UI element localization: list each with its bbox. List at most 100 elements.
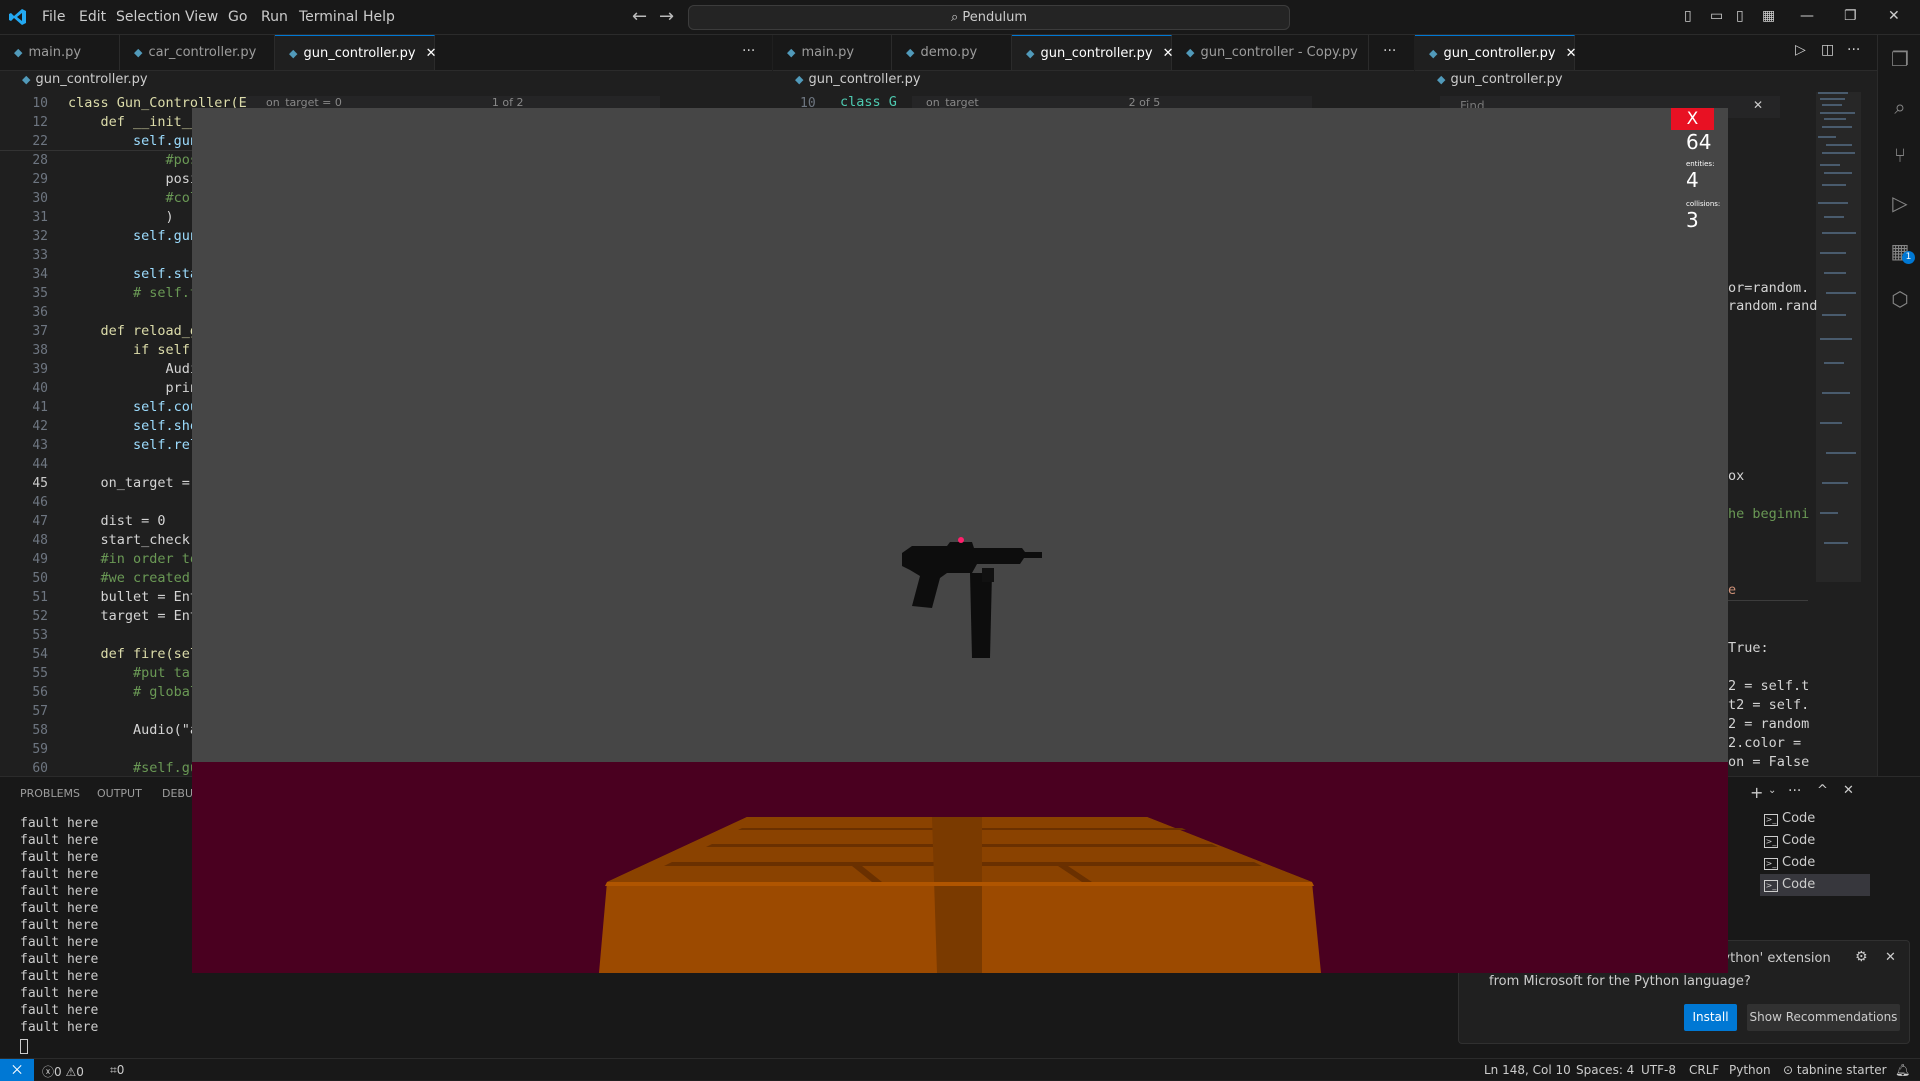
close-notification-icon[interactable]: ✕	[1885, 950, 1896, 965]
tab-gun-controller-py[interactable]: ◆ gun_controller.py ✕	[1415, 35, 1577, 70]
remote-explorer-icon[interactable]: ⬡	[1888, 287, 1912, 311]
line-number: 35	[32, 286, 48, 301]
cursor-position[interactable]: Ln 148, Col 10	[1484, 1063, 1571, 1077]
line-ending[interactable]: CRLF	[1689, 1063, 1719, 1077]
more-actions-icon[interactable]: ···	[1788, 783, 1801, 799]
new-terminal-icon[interactable]: +	[1750, 783, 1763, 802]
encoding[interactable]: UTF-8	[1641, 1063, 1676, 1077]
tab-label: gun_controller - Copy.py	[1200, 45, 1358, 60]
problems-summary[interactable]: ⓧ0 ⚠0	[42, 1063, 84, 1080]
close-tab-icon[interactable]: ✕	[1566, 46, 1577, 61]
status-bar: ⨉ ⓧ0 ⚠0 ⌗0 Ln 148, Col 10 Spaces: 4 UTF-…	[0, 1058, 1920, 1081]
toggle-secondary-sidebar-icon[interactable]: ▯	[1736, 8, 1744, 24]
python-file-icon: ◆	[14, 46, 23, 59]
menu-help[interactable]: Help	[363, 9, 395, 25]
tab-label: main.py	[28, 45, 82, 60]
menu-run[interactable]: Run	[261, 9, 288, 25]
line-number: 41	[32, 400, 48, 415]
tab-problems[interactable]: PROBLEMS	[20, 787, 80, 800]
menu-file[interactable]: File	[42, 9, 65, 25]
toggle-sidebar-icon[interactable]: ▯	[1684, 8, 1692, 24]
line-number: 51	[32, 590, 48, 605]
explorer-icon[interactable]: ❐	[1888, 47, 1912, 71]
menu-edit[interactable]: Edit	[79, 9, 106, 25]
customize-layout-icon[interactable]: ▦	[1762, 8, 1775, 24]
tab-main-py[interactable]: ◆ main.py	[773, 35, 892, 70]
command-center-label: Pendulum	[962, 10, 1028, 25]
output-line: fault here	[20, 850, 99, 865]
menu-terminal[interactable]: Terminal	[299, 9, 358, 25]
close-tab-icon[interactable]: ✕	[426, 46, 437, 61]
menu-selection[interactable]: Selection	[116, 9, 181, 25]
tab-output[interactable]: OUTPUT	[97, 787, 142, 800]
terminal-list-item[interactable]: >_ Code	[1760, 874, 1870, 896]
python-file-icon: ◆	[1026, 47, 1035, 60]
back-arrow-icon[interactable]: ←	[632, 6, 647, 27]
close-find-icon[interactable]: ✕	[1753, 98, 1763, 112]
menu-view[interactable]: View	[185, 9, 218, 25]
language-mode[interactable]: Python	[1729, 1063, 1771, 1077]
tab-gun-controller-py[interactable]: ◆ gun_controller.py ✕	[1012, 35, 1174, 70]
terminal-list-item[interactable]: >_ Code	[1760, 852, 1870, 874]
tab-car-controller-py[interactable]: ◆ car_controller.py	[120, 35, 275, 70]
chevron-down-icon[interactable]: ⌄	[1768, 785, 1776, 796]
forward-arrow-icon[interactable]: →	[659, 6, 674, 27]
extensions-icon[interactable]: ▦ 1	[1888, 239, 1915, 264]
tab-gun-controller-copy-py[interactable]: ◆ gun_controller - Copy.py	[1172, 35, 1369, 70]
tabnine-status[interactable]: ⊙ tabnine starter	[1783, 1063, 1887, 1077]
command-center[interactable]: ⌕ Pendulum	[688, 5, 1290, 30]
install-button[interactable]: Install	[1684, 1004, 1737, 1031]
breadcrumb[interactable]: ◆ gun_controller.py	[795, 72, 921, 87]
code-fragment: 2 = random	[1728, 716, 1810, 732]
tab-main-py[interactable]: ◆ main.py	[0, 35, 120, 70]
line-number: 54	[32, 647, 48, 662]
show-recommendations-button[interactable]: Show Recommendations	[1747, 1004, 1900, 1031]
code-editor-group-3-fragments[interactable]: or=random. random.rand ox he beginni e T…	[1728, 280, 1817, 770]
breadcrumb[interactable]: ◆ gun_controller.py	[22, 72, 148, 87]
output-line: fault here	[20, 833, 99, 848]
minimap[interactable]	[1816, 92, 1861, 582]
terminal-list-item[interactable]: >_ Code	[1760, 808, 1870, 830]
tab-debug-console[interactable]: DEBU	[162, 787, 193, 800]
ports-indicator[interactable]: ⌗0	[110, 1063, 124, 1078]
remote-indicator-icon[interactable]: ⨉	[0, 1059, 34, 1081]
game-window[interactable]: X 64 entities: 4 collisions: 3	[192, 108, 1728, 973]
line-number-gutter: 10 12 22 28 29 30 31 32 33 34 35 36 37 38 39 40 41 42 43 44…	[0, 94, 48, 778]
tab-gun-controller-py[interactable]: ◆ gun_controller.py ✕	[275, 35, 437, 70]
code-fragment: 2.color =	[1728, 735, 1802, 751]
fps-counter: 64	[1686, 130, 1712, 154]
close-window-icon[interactable]: ✕	[1888, 8, 1900, 24]
tab-label: gun_controller.py	[303, 46, 416, 61]
close-game-button[interactable]: X	[1671, 108, 1714, 130]
run-debug-icon[interactable]: ▷	[1888, 191, 1912, 215]
notifications-bell-icon[interactable]: 🔔︎	[1895, 1063, 1910, 1077]
indentation[interactable]: Spaces: 4	[1576, 1063, 1634, 1077]
line-number: 22	[32, 134, 48, 149]
line-number: 58	[32, 723, 48, 738]
more-actions-icon[interactable]: ···	[1383, 43, 1396, 59]
restore-window-icon[interactable]: ❐	[1844, 8, 1857, 24]
minimize-window-icon[interactable]: —	[1800, 8, 1814, 24]
gear-icon[interactable]: ⚙	[1855, 949, 1868, 965]
source-control-icon[interactable]: ⑂	[1888, 143, 1912, 167]
python-file-icon: ◆	[1186, 46, 1195, 59]
close-panel-icon[interactable]: ✕	[1843, 783, 1854, 798]
search-icon[interactable]: ⌕	[1888, 95, 1912, 119]
line-number: 34	[32, 267, 48, 282]
toggle-panel-icon[interactable]: ▭	[1710, 8, 1723, 24]
more-actions-icon[interactable]: ···	[742, 43, 755, 59]
output-line: fault here	[20, 918, 99, 933]
run-file-icon[interactable]: ▷	[1795, 42, 1806, 58]
line-number: 50	[32, 571, 48, 586]
split-editor-icon[interactable]: ◫	[1821, 42, 1834, 58]
more-actions-icon[interactable]: ···	[1847, 42, 1860, 58]
line-number: 49	[32, 552, 48, 567]
python-file-icon: ◆	[1437, 73, 1446, 86]
menu-go[interactable]: Go	[228, 9, 247, 25]
line-number: 33	[32, 248, 48, 263]
terminal-list-item[interactable]: >_ Code	[1760, 830, 1870, 852]
tab-demo-py[interactable]: ◆ demo.py	[892, 35, 1012, 70]
maximize-panel-icon[interactable]: ^	[1817, 783, 1828, 798]
line-number: 36	[32, 305, 48, 320]
breadcrumb[interactable]: ◆ gun_controller.py	[1437, 72, 1563, 87]
